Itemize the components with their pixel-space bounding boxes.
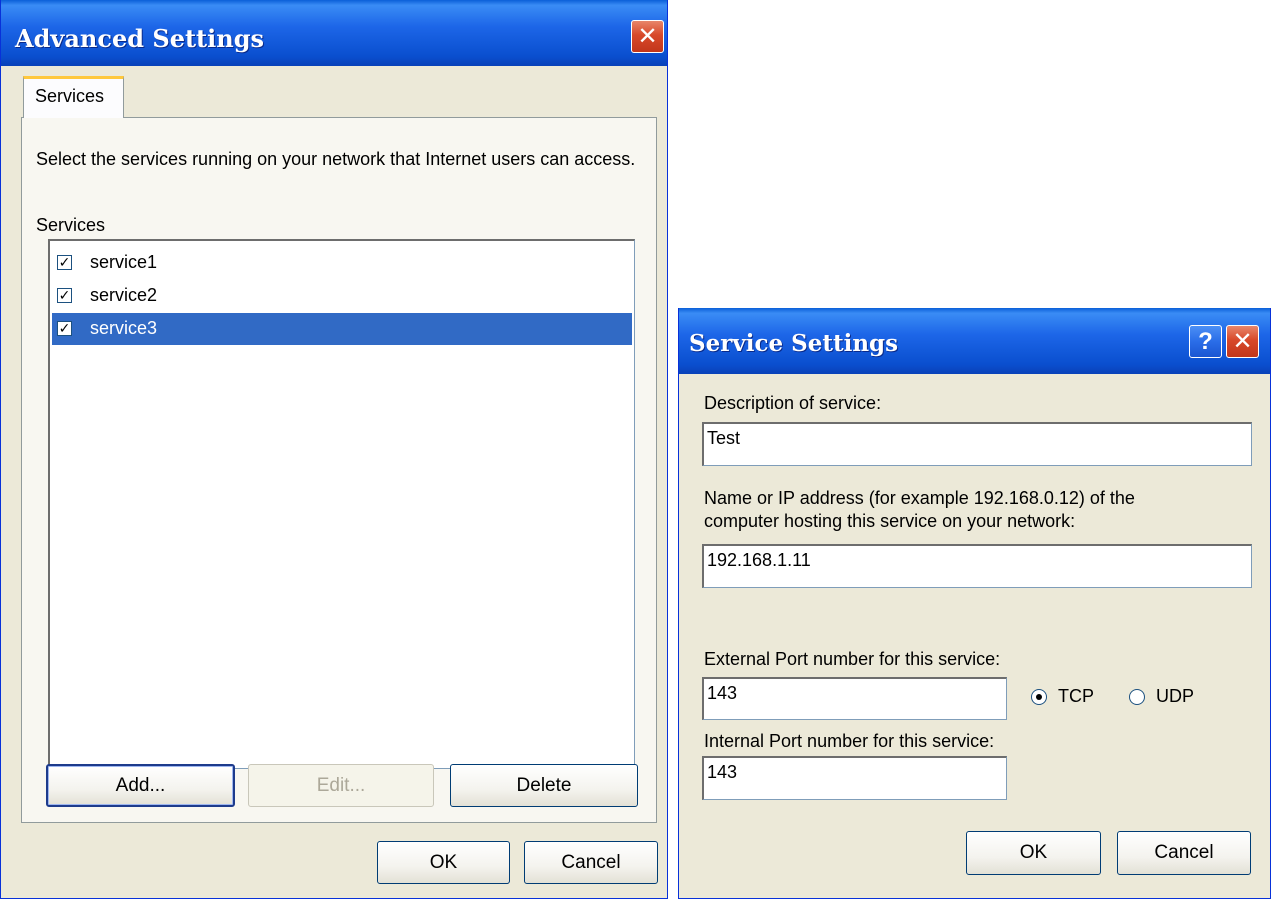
- description-label: Description of service:: [704, 393, 882, 413]
- host-label-line1: Name or IP address (for example 192.168.…: [704, 488, 1135, 508]
- ok-button[interactable]: OK: [377, 841, 510, 884]
- checkbox[interactable]: ✓: [57, 321, 72, 336]
- internal-port-field[interactable]: 143: [702, 756, 1007, 800]
- service-settings-window: Service Settings ? ✕ Description of serv…: [678, 308, 1271, 899]
- checkbox[interactable]: ✓: [57, 255, 72, 270]
- close-icon[interactable]: ✕: [1226, 325, 1259, 358]
- list-item-selected[interactable]: ✓ service3: [52, 313, 632, 345]
- list-item-label: service3: [90, 318, 158, 338]
- window-title: Advanced Settings: [15, 24, 264, 53]
- host-label-line2: computer hosting this service on your ne…: [704, 511, 1076, 531]
- window-title: Service Settings: [689, 330, 899, 357]
- service-settings-titlebar[interactable]: Service Settings ? ✕: [679, 308, 1270, 374]
- help-icon[interactable]: ?: [1189, 325, 1222, 358]
- tab-services[interactable]: Services: [23, 76, 124, 118]
- host-address-field[interactable]: 192.168.1.11: [702, 544, 1252, 588]
- list-item[interactable]: ✓ service1: [52, 247, 632, 277]
- tab-services-label: Services: [35, 86, 105, 106]
- advanced-settings-titlebar[interactable]: Advanced Settings ✕: [1, 0, 667, 66]
- list-item[interactable]: ✓ service2: [52, 280, 632, 310]
- udp-label: UDP: [1156, 686, 1195, 706]
- cancel-button[interactable]: Cancel: [524, 841, 658, 884]
- radio-selected-dot: [1036, 694, 1042, 700]
- udp-radio[interactable]: [1129, 689, 1145, 705]
- services-list-label: Services: [36, 215, 106, 235]
- cancel-button[interactable]: Cancel: [1117, 831, 1251, 875]
- external-port-label: External Port number for this service:: [704, 649, 1001, 669]
- list-item-label: service1: [90, 252, 158, 272]
- description-field[interactable]: Test: [702, 422, 1252, 466]
- internal-port-label: Internal Port number for this service:: [704, 731, 995, 751]
- tcp-label: TCP: [1058, 686, 1094, 706]
- tab-panel: Select the services running on your netw…: [21, 117, 657, 823]
- advanced-settings-window: Advanced Settings ✕ Services Select the …: [0, 0, 668, 899]
- services-list[interactable]: ✓ service1 ✓ service2 ✓ service3: [48, 239, 635, 769]
- tcp-radio[interactable]: [1031, 689, 1047, 705]
- external-port-field[interactable]: 143: [702, 677, 1007, 720]
- services-description: Select the services running on your netw…: [36, 149, 636, 169]
- delete-button[interactable]: Delete: [450, 764, 638, 807]
- add-button[interactable]: Add...: [46, 764, 235, 807]
- close-icon[interactable]: ✕: [631, 20, 664, 53]
- list-item-label: service2: [90, 285, 158, 305]
- edit-button[interactable]: Edit...: [248, 764, 434, 807]
- ok-button[interactable]: OK: [966, 831, 1101, 875]
- checkbox[interactable]: ✓: [57, 288, 72, 303]
